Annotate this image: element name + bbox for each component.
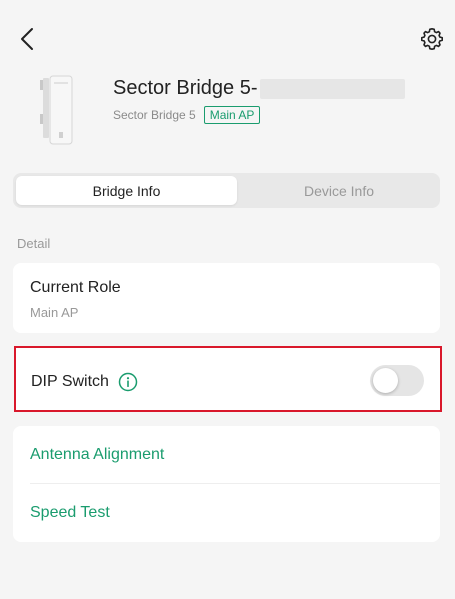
back-button[interactable]: [12, 24, 42, 54]
links-card: Antenna Alignment Speed Test: [13, 426, 440, 542]
dip-switch-toggle[interactable]: [370, 365, 424, 396]
role-badge: Main AP: [203, 106, 261, 124]
tab-device-info[interactable]: Device Info: [241, 176, 437, 205]
current-role-card: Current Role Main AP: [13, 263, 440, 333]
dip-switch-label-group: DIP Switch: [31, 372, 138, 392]
current-role-value: Main AP: [30, 305, 79, 320]
toggle-knob: [373, 368, 398, 393]
gear-icon: [421, 28, 443, 50]
chevron-left-icon: [21, 28, 33, 50]
redacted-serial: [259, 78, 405, 99]
tab-bridge-info[interactable]: Bridge Info: [16, 176, 237, 205]
antenna-alignment-link[interactable]: Antenna Alignment: [13, 426, 440, 484]
speed-test-link[interactable]: Speed Test: [13, 484, 440, 542]
settings-button[interactable]: [417, 24, 447, 54]
device-subtitle: Sector Bridge 5 Main AP: [113, 106, 261, 124]
device-title-text: Sector Bridge 5-: [113, 77, 258, 99]
info-circle-icon[interactable]: [118, 372, 138, 392]
info-tabs: Bridge Info Device Info: [13, 173, 440, 208]
device-model: Sector Bridge 5: [113, 108, 196, 122]
dip-switch-row: DIP Switch: [14, 346, 442, 412]
device-title: Sector Bridge 5-: [113, 77, 405, 100]
device-image: [30, 74, 85, 150]
current-role-title: Current Role: [30, 279, 121, 296]
section-label-detail: Detail: [17, 236, 51, 251]
dip-switch-label: DIP Switch: [31, 373, 109, 390]
